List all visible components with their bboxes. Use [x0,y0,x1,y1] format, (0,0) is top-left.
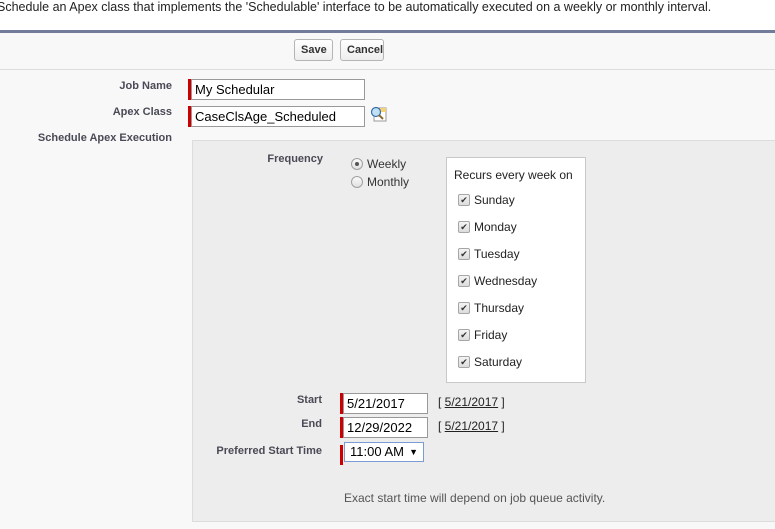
end-date-label: End [301,418,322,430]
day-saturday[interactable]: ✔ Saturday [458,355,522,369]
frequency-monthly-option[interactable]: Monthly [351,175,409,189]
start-date-label: Start [296,394,322,406]
weekly-label: Weekly [367,157,407,171]
apex-class-input[interactable] [191,106,365,127]
lookup-magnifier-icon[interactable] [369,105,387,123]
day-tuesday[interactable]: ✔ Tuesday [458,247,520,261]
end-date-input[interactable] [343,417,428,438]
required-indicator [340,445,343,465]
day-sunday[interactable]: ✔ Sunday [458,193,515,207]
job-name-field-wrapper [188,79,365,100]
schedule-section: Frequency Weekly Monthly Recurs every we… [192,140,775,522]
thursday-checkbox[interactable]: ✔ [458,302,470,314]
day-friday[interactable]: ✔ Friday [458,328,507,342]
recurs-title: Recurs every week on [454,168,573,182]
friday-label: Friday [474,328,508,342]
preferred-start-time-select[interactable]: 11:00 AM ▼ [344,442,424,462]
saturday-label: Saturday [474,355,523,369]
job-name-input[interactable] [191,79,365,100]
day-wednesday[interactable]: ✔ Wednesday [458,274,537,288]
day-monday[interactable]: ✔ Monday [458,220,517,234]
selected-time: 11:00 AM [350,444,404,459]
frequency-weekly-option[interactable]: Weekly [351,157,406,171]
wednesday-checkbox[interactable]: ✔ [458,275,470,287]
apex-class-label: Apex Class [112,106,172,118]
frequency-label: Frequency [267,153,323,165]
start-today-link[interactable]: 5/21/2017 [445,395,498,409]
weekday-selection-box: Recurs every week on ✔ Sunday ✔ Monday ✔… [446,157,586,383]
start-date-input[interactable] [343,393,428,414]
preferred-start-time-label: Preferred Start Time [216,445,322,457]
end-date-field-wrapper [340,417,428,438]
apex-class-field-wrapper [188,106,365,127]
cancel-button[interactable]: Cancel [340,39,384,61]
start-date-field-wrapper [340,393,428,414]
start-date-today: [ 5/21/2017 ] [438,395,505,409]
sunday-checkbox[interactable]: ✔ [458,194,470,206]
thursday-label: Thursday [474,301,525,315]
sunday-label: Sunday [474,193,515,207]
page-description: Schedule an Apex class that implements t… [0,0,712,14]
dropdown-arrow-icon: ▼ [409,447,418,457]
weekly-radio[interactable] [351,158,363,170]
tuesday-label: Tuesday [474,247,520,261]
button-bar: Save Cancel [0,33,775,70]
job-name-label: Job Name [119,80,172,92]
schedule-execution-label: Schedule Apex Execution [37,132,172,144]
start-time-note: Exact start time will depend on job queu… [344,491,606,505]
wednesday-label: Wednesday [474,274,538,288]
monthly-radio[interactable] [351,176,363,188]
day-thursday[interactable]: ✔ Thursday [458,301,524,315]
tuesday-checkbox[interactable]: ✔ [458,248,470,260]
save-button[interactable]: Save [294,39,333,61]
monthly-label: Monthly [367,175,410,189]
saturday-checkbox[interactable]: ✔ [458,356,470,368]
end-today-link[interactable]: 5/21/2017 [445,419,498,433]
monday-label: Monday [474,220,517,234]
end-date-today: [ 5/21/2017 ] [438,419,505,433]
monday-checkbox[interactable]: ✔ [458,221,470,233]
friday-checkbox[interactable]: ✔ [458,329,470,341]
